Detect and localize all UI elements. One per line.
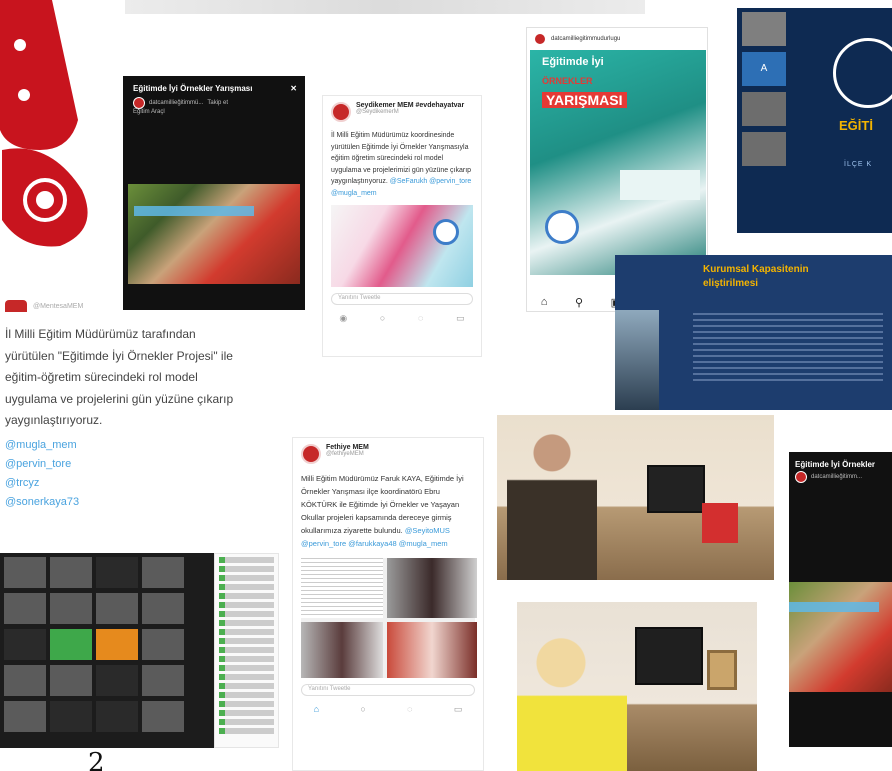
video-thumbnail[interactable] bbox=[128, 184, 300, 284]
slide-subtitle: İLÇE K bbox=[844, 161, 873, 168]
monitor bbox=[647, 465, 705, 513]
participant-tile bbox=[742, 132, 786, 166]
tweet-author: Seydikemer MEM #evdehayatvar bbox=[356, 102, 465, 109]
notifications-icon[interactable]: ◌ bbox=[418, 313, 423, 324]
video-call-grid bbox=[0, 553, 215, 748]
tweet-handle: @fethiyeMEM bbox=[326, 451, 364, 457]
caption-bar bbox=[134, 206, 254, 216]
follow-link[interactable]: Takip et bbox=[207, 100, 228, 106]
page-number: 2 bbox=[88, 748, 105, 771]
avatar bbox=[795, 471, 807, 483]
ministry-emblem bbox=[833, 38, 892, 108]
close-icon[interactable]: ✕ bbox=[290, 84, 297, 93]
faded-banner bbox=[125, 0, 645, 14]
tweet-image[interactable] bbox=[331, 205, 473, 287]
presentation-slide: Kurumsal Kapasitenin eliştirilmesi bbox=[615, 255, 892, 410]
mention-link[interactable]: @mugla_mem bbox=[5, 436, 240, 455]
picture-frame bbox=[707, 650, 737, 690]
mention-link[interactable]: @pervin_tore bbox=[5, 455, 240, 474]
tweet-handle: @MentesaMEM bbox=[33, 302, 84, 310]
slide-heading-1: Kurumsal Kapasitenin bbox=[703, 264, 809, 275]
avatar bbox=[331, 102, 351, 122]
participant-tile bbox=[742, 12, 786, 46]
account-name: datcamillieğitimmü... bbox=[149, 100, 204, 106]
avatar bbox=[534, 33, 546, 45]
poster-title-1: Eğitimde İyi bbox=[542, 56, 604, 68]
slide-heading-2: eliştirilmesi bbox=[703, 278, 759, 289]
search-icon[interactable]: ⚲ bbox=[575, 296, 583, 309]
home-icon[interactable]: ⌂ bbox=[541, 296, 548, 309]
messages-icon[interactable]: ▭ bbox=[454, 704, 463, 715]
tweet-author: Fethiye MEM bbox=[326, 444, 369, 451]
avatar bbox=[301, 444, 321, 464]
person bbox=[507, 425, 597, 580]
reply-input[interactable]: Yanıtını Tweetle bbox=[301, 684, 475, 696]
teacher-at-computer-photo bbox=[497, 415, 774, 580]
award-badge bbox=[545, 210, 579, 244]
avatar bbox=[133, 97, 145, 109]
video-post-card[interactable]: Eğitimde İyi Örnekler Yarışması ✕ datcam… bbox=[123, 76, 305, 310]
participant-tile: A bbox=[742, 52, 786, 86]
reply-input[interactable]: Yanıtını Tweetle bbox=[331, 293, 473, 305]
mention-link[interactable]: @trcyz bbox=[5, 474, 240, 493]
online-meeting-screen: A EĞİTİ İLÇE K bbox=[737, 8, 892, 233]
slide-body-text bbox=[693, 313, 883, 385]
video-title: Eğitimde İyi Örnekler Yarışması bbox=[133, 84, 253, 93]
monitor bbox=[635, 627, 703, 685]
participant-tile bbox=[742, 92, 786, 126]
tweet-text: İl Milli Eğitim Müdürümüz tarafından yür… bbox=[5, 327, 234, 427]
award-badge bbox=[433, 219, 459, 245]
participant-list bbox=[214, 553, 279, 748]
avatar bbox=[5, 300, 27, 312]
search-icon[interactable]: ○ bbox=[360, 704, 365, 715]
person bbox=[517, 632, 627, 771]
account-name: datcamillieğitimm... bbox=[811, 474, 863, 480]
slide-title: EĞİTİ bbox=[839, 118, 873, 133]
tweet-text-block: @MentesaMEM İl Milli Eğitim Müdürümüz ta… bbox=[5, 300, 240, 550]
notifications-icon[interactable]: ◌ bbox=[407, 704, 412, 715]
video-post-card[interactable]: Eğitimde İyi Örnekler datcamillieğitimm.… bbox=[789, 452, 892, 747]
tweet-card[interactable]: Seydikemer MEM #evdehayatvar @Seydikemer… bbox=[322, 95, 482, 357]
messages-icon[interactable]: ▭ bbox=[456, 313, 465, 324]
red-decoration bbox=[0, 0, 88, 247]
tweet-handle: @SeydikemerM bbox=[356, 109, 399, 115]
poster-text-strip bbox=[620, 170, 700, 200]
home-icon[interactable]: ⌂ bbox=[314, 704, 319, 715]
poster-title-2: ÖRNEKLER bbox=[542, 76, 593, 86]
poster-image[interactable]: Eğitimde İyi ÖRNEKLER YARIŞMASI bbox=[530, 50, 706, 275]
search-icon[interactable]: ○ bbox=[380, 313, 385, 324]
mention-link[interactable]: @sonerkaya73 bbox=[5, 493, 240, 512]
slide-photo bbox=[615, 310, 659, 410]
reply-icon[interactable]: ◉ bbox=[339, 313, 347, 324]
poster-title-3: YARIŞMASI bbox=[542, 92, 627, 108]
tweet-card[interactable]: Fethiye MEM @fethiyeMEM Milli Eğitim Müd… bbox=[292, 437, 484, 771]
video-title: Eğitimde İyi Örnekler bbox=[795, 460, 876, 469]
turkish-flag bbox=[702, 503, 738, 543]
instagram-account: datcamilliegitimmudurlugu bbox=[551, 36, 621, 42]
video-thumbnail[interactable] bbox=[789, 582, 892, 692]
teacher-at-computer-photo bbox=[517, 602, 757, 771]
tweet-photo-collage[interactable] bbox=[301, 558, 477, 678]
caption-bar bbox=[789, 602, 879, 612]
location-text: Eğitim Araçl bbox=[133, 109, 165, 115]
